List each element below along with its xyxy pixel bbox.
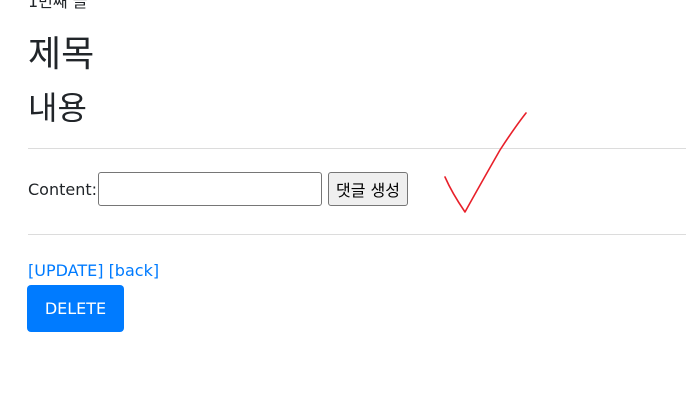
comment-content-label: Content: — [28, 179, 98, 199]
comment-form: Content: 댓글 생성 — [28, 170, 408, 208]
cut-off-heading: 1번째 글 — [28, 0, 88, 11]
post-title: 제목 — [28, 34, 95, 75]
post-content: 내용 — [28, 89, 87, 127]
post-detail-page: 1번째 글 제목 내용 Content: 댓글 생성 [UPDATE] [bac… — [0, 0, 686, 403]
back-link[interactable]: [back] — [109, 261, 160, 280]
comment-content-input[interactable] — [98, 172, 323, 206]
divider — [28, 234, 686, 235]
red-checkmark-annotation — [444, 112, 527, 213]
update-link[interactable]: [UPDATE] — [28, 261, 103, 280]
create-comment-button[interactable]: 댓글 생성 — [328, 172, 408, 206]
divider — [28, 148, 686, 149]
delete-button[interactable]: DELETE — [27, 285, 124, 332]
post-links: [UPDATE] [back] — [28, 260, 159, 282]
